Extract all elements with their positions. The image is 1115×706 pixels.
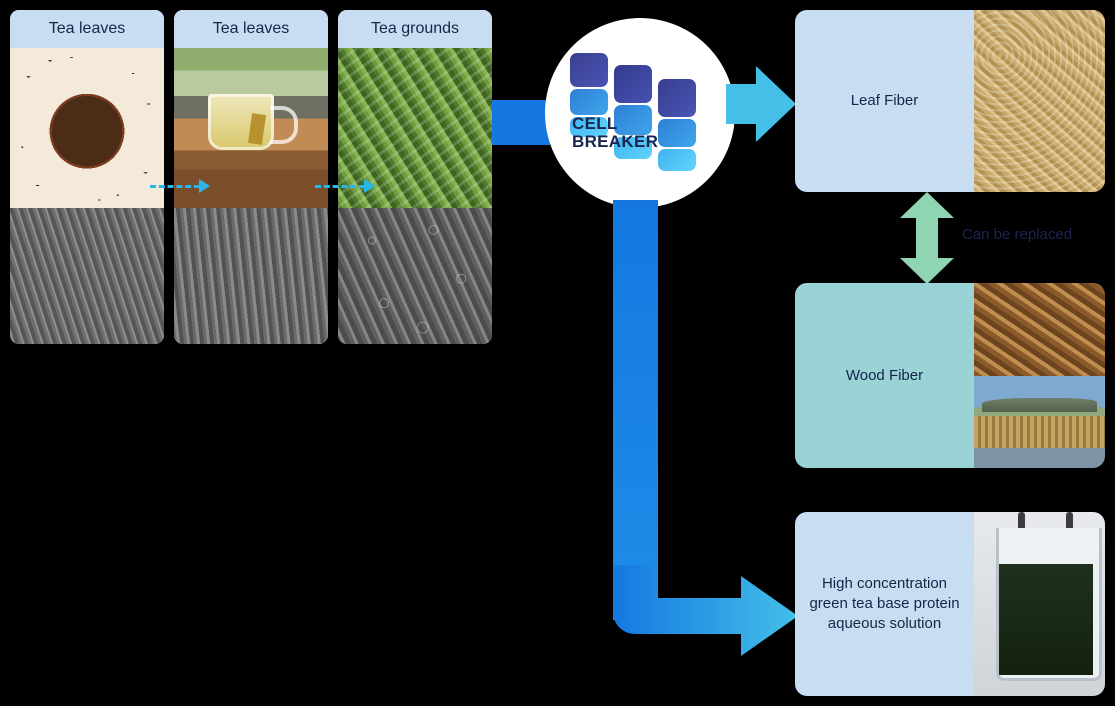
green-tea-protein-beaker-photo (974, 512, 1105, 696)
cell-breaker-processor-node[interactable]: CELL BREAKER (545, 18, 735, 208)
source-card-title: Tea leaves (10, 10, 164, 48)
logo-tile-c3r1 (658, 79, 696, 117)
logo-tile-c3r3 (658, 149, 696, 171)
beaker-liquid (999, 564, 1093, 675)
source-card-title: Tea grounds (338, 10, 492, 48)
cell-breaker-logo: CELL BREAKER (564, 53, 716, 171)
output-panel-leaf-fiber[interactable]: Leaf Fiber (795, 10, 1105, 192)
wood-fiber-label: Wood Fiber (845, 366, 924, 384)
log-yard-photo (974, 375, 1105, 468)
black-tea-leaves-bowl-photo (10, 48, 164, 208)
wood-fiber-image-stack (974, 283, 1105, 468)
logo-tile-c3r2 (658, 119, 696, 147)
source-card-tea-grounds[interactable]: Tea grounds (338, 10, 492, 344)
sem-micrograph-tea-grounds (338, 208, 492, 344)
dashed-line (315, 184, 365, 188)
solution-label-area: High concentration green tea base protei… (795, 512, 974, 696)
source-card-tea-leaves-1[interactable]: Tea leaves (10, 10, 164, 344)
logo-wordmark: CELL BREAKER (572, 115, 658, 151)
leaf-fiber-powder-photo (974, 10, 1105, 192)
wood-chips-photo (974, 283, 1105, 376)
logo-wordmark-line1: CELL (572, 114, 618, 133)
dashed-arrowhead-icon (199, 179, 210, 193)
vertical-flow-bar (613, 200, 658, 620)
output-panel-wood-fiber[interactable]: Wood Fiber (795, 283, 1105, 468)
logo-wordmark-line2: BREAKER (572, 131, 659, 151)
input-feed-arrow (492, 100, 550, 145)
source-card-title: Tea leaves (174, 10, 328, 48)
logo-tile-c2r1 (614, 65, 652, 103)
leaf-fiber-image-stack (974, 10, 1105, 192)
diagram-canvas: Tea leaves Tea leaves Tea grounds CELL B… (0, 0, 1115, 706)
output-arrow-to-leaf-fiber (726, 66, 796, 142)
logo-tile-c1r1 (570, 53, 608, 87)
logo-tile-c1r2 (570, 89, 608, 115)
tea-cup-handle (270, 106, 298, 144)
dashed-arrowhead-icon (364, 179, 375, 193)
dashed-line (150, 184, 200, 188)
can-be-replaced-label: Can be replaced (962, 226, 1073, 243)
wood-fiber-label-area: Wood Fiber (795, 283, 974, 468)
output-panel-solution[interactable]: High concentration green tea base protei… (795, 512, 1105, 696)
source-material-group: Tea leaves Tea leaves Tea grounds (10, 10, 492, 344)
output-arrow-to-solution (613, 565, 798, 656)
sem-micrograph-black-tea (10, 208, 164, 344)
sem-micrograph-brewed-tea (174, 208, 328, 344)
solution-image-stack (974, 512, 1105, 696)
leaf-fiber-label-area: Leaf Fiber (795, 10, 974, 192)
leaf-fiber-label: Leaf Fiber (850, 92, 919, 110)
can-be-replaced-double-arrow (900, 192, 954, 284)
solution-label: High concentration green tea base protei… (809, 575, 960, 632)
source-card-tea-leaves-2[interactable]: Tea leaves (174, 10, 328, 344)
